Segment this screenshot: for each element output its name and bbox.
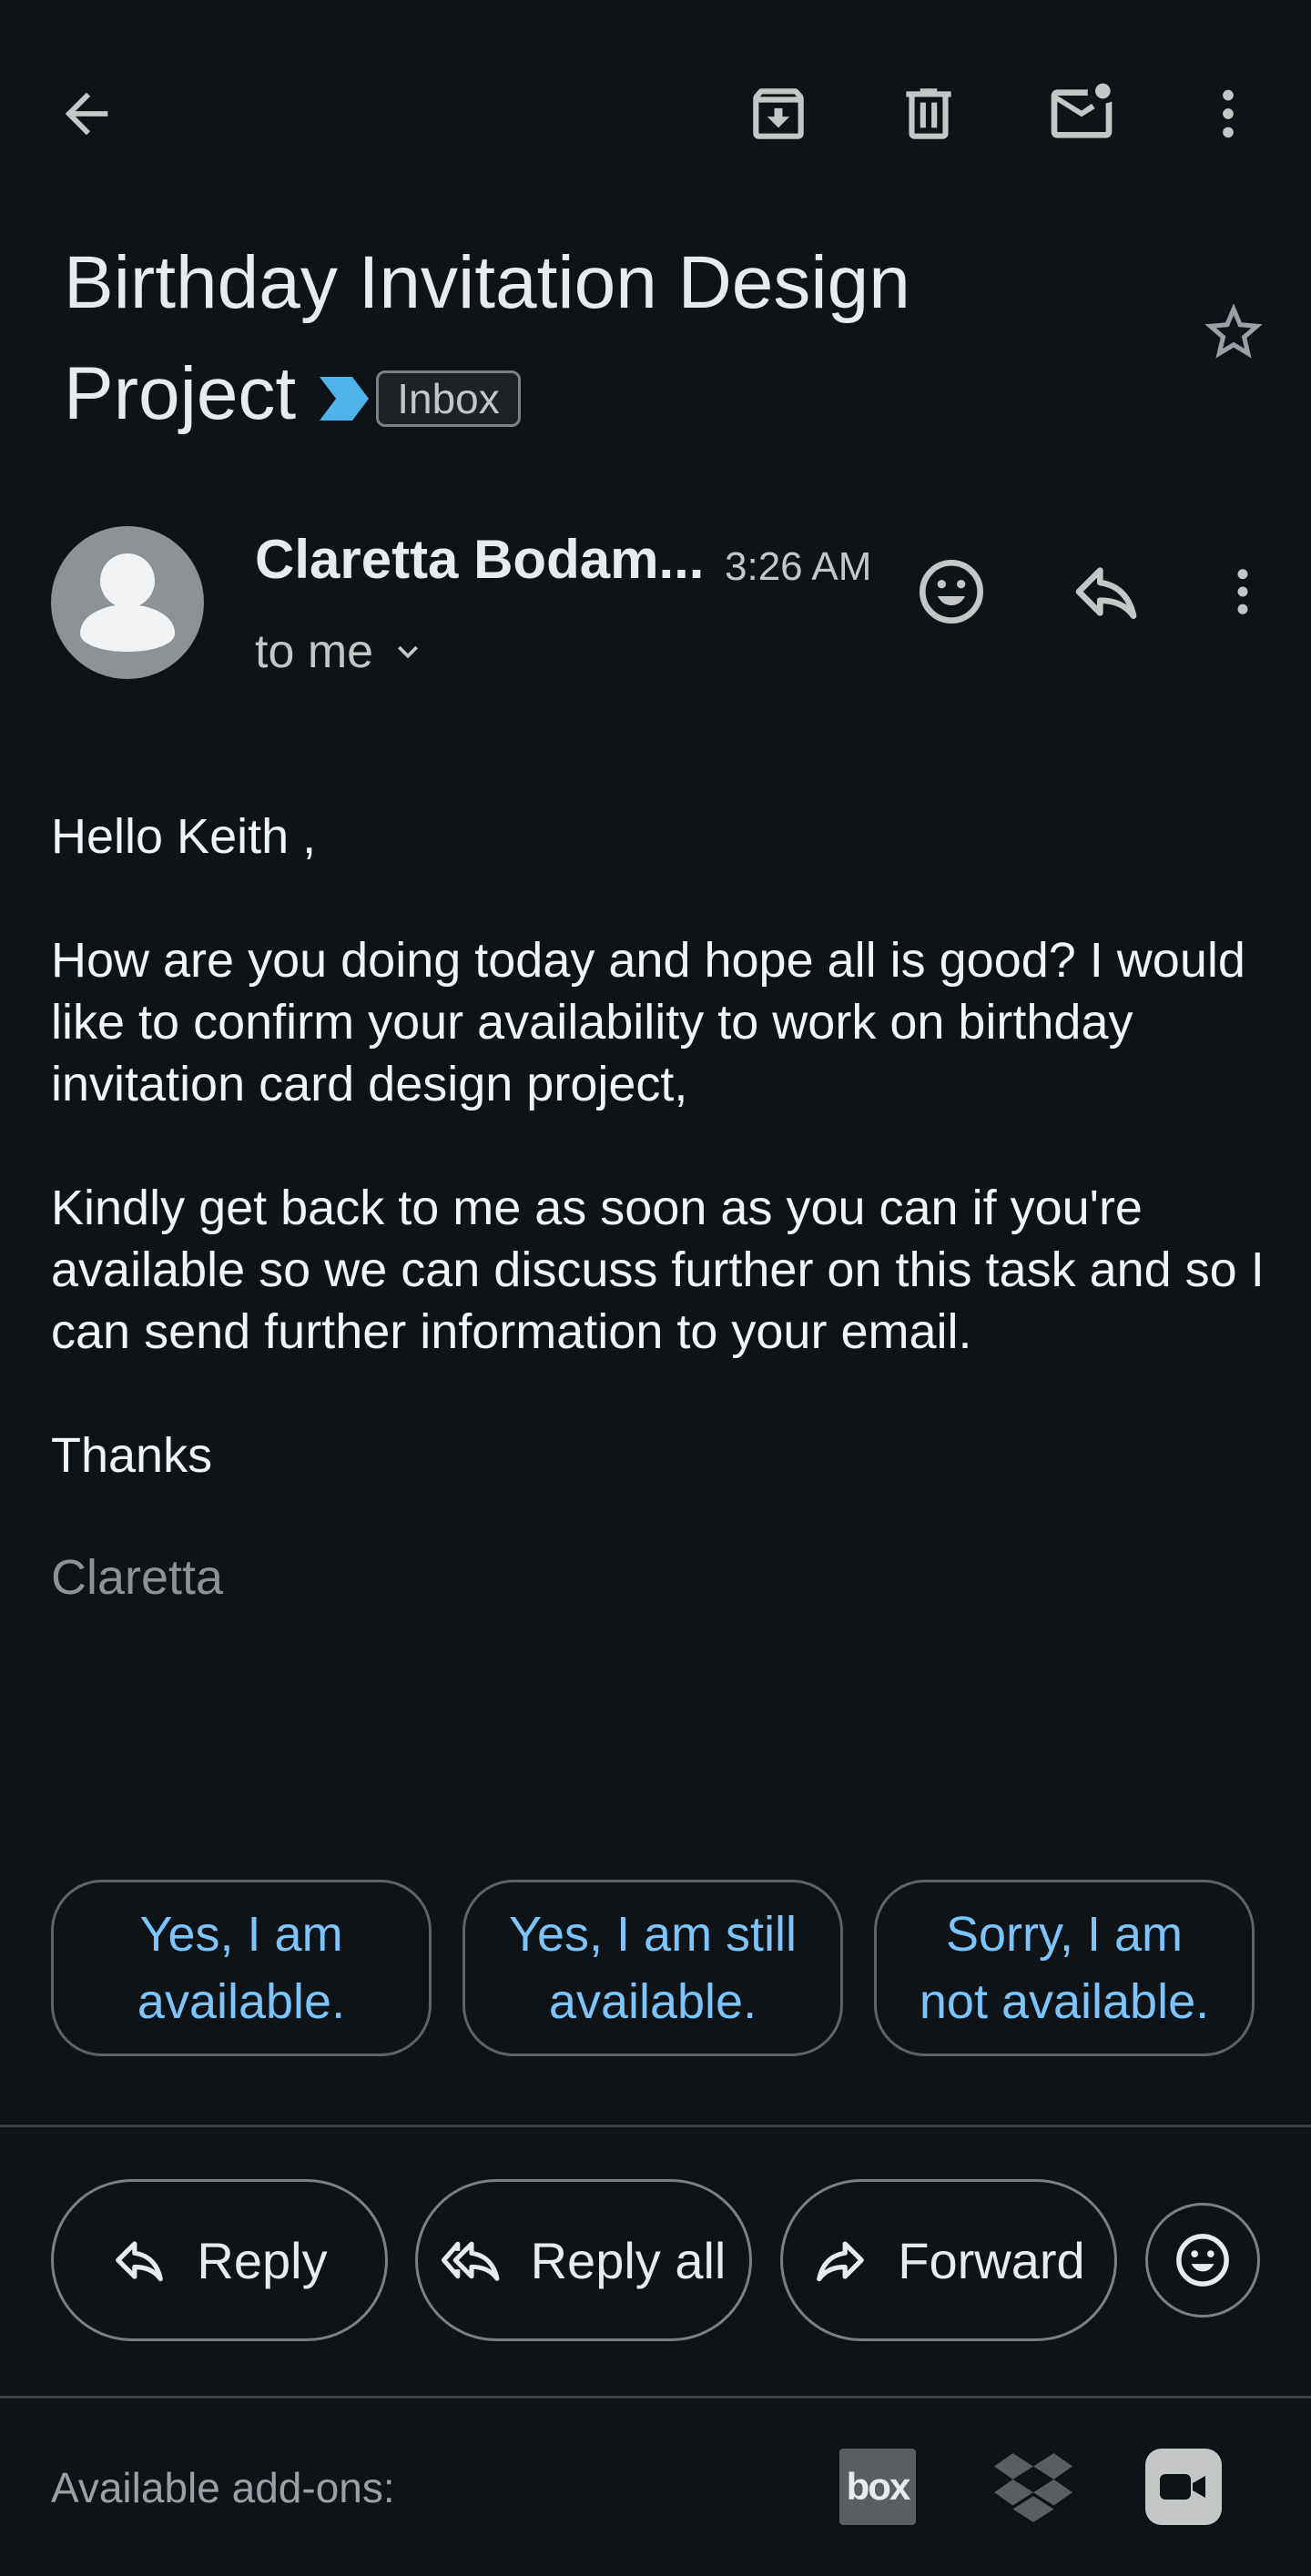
star-button[interactable]	[1184, 282, 1284, 382]
signature: Claretta	[51, 1550, 224, 1605]
reply-icon	[116, 2241, 164, 2282]
smart-reply-line: available.	[548, 1974, 757, 2029]
reply-icon	[1075, 567, 1137, 619]
more-options-button[interactable]	[1178, 64, 1278, 164]
addons-label: Available add-ons:	[51, 2464, 395, 2511]
reply-all-label: Reply all	[530, 2231, 727, 2289]
reply-label: Reply	[197, 2231, 328, 2289]
person-icon	[80, 553, 175, 652]
smart-reply-line: available.	[137, 1974, 346, 2029]
message-time: 3:26 AM	[725, 544, 872, 589]
smart-reply-button[interactable]: Yes, I am available.	[51, 1880, 432, 2056]
more-vert-icon	[1237, 569, 1248, 614]
archive-button[interactable]	[728, 64, 828, 164]
recipient-text: to me	[255, 625, 374, 678]
smart-reply-line: Yes, I am still	[508, 1907, 798, 1962]
reply-button-header[interactable]	[1056, 542, 1156, 642]
smart-reply-line: not available.	[919, 1974, 1210, 2029]
greeting: Hello Keith ,	[51, 809, 317, 864]
emoji-reaction-button[interactable]	[1145, 2203, 1260, 2317]
box-icon[interactable]: box	[839, 2449, 916, 2525]
smart-reply-line: Yes, I am	[139, 1907, 343, 1962]
recipient-details-toggle[interactable]: to me	[255, 624, 428, 679]
important-marker-icon[interactable]	[316, 375, 371, 422]
star-outline-icon	[1204, 303, 1263, 359]
mail-unread-icon	[1051, 83, 1113, 138]
email-body: Hello Keith , How are you doing today an…	[51, 806, 1271, 1548]
reply-all-button[interactable]: Reply all	[415, 2179, 752, 2341]
more-vert-icon	[1223, 89, 1234, 138]
reply-button[interactable]: Reply	[51, 2179, 388, 2341]
mark-unread-button[interactable]	[1032, 64, 1132, 164]
sender-avatar[interactable]	[51, 526, 204, 679]
smiley-icon	[920, 560, 983, 624]
smart-reply-button[interactable]: Yes, I am still available.	[462, 1880, 843, 2056]
smart-reply-line: Sorry, I am	[945, 1907, 1184, 1962]
divider	[0, 2396, 1311, 2399]
forward-icon	[817, 2241, 865, 2282]
reply-all-icon	[441, 2241, 500, 2281]
inbox-label-chip[interactable]: Inbox	[376, 370, 521, 428]
archive-icon	[753, 88, 804, 139]
forward-button[interactable]: Forward	[780, 2179, 1117, 2341]
meet-video-icon[interactable]	[1145, 2449, 1222, 2525]
message-more-button[interactable]	[1193, 542, 1293, 642]
forward-label: Forward	[898, 2231, 1085, 2289]
smiley-icon	[1176, 2234, 1229, 2287]
closing: Thanks	[51, 1428, 213, 1483]
body-paragraph: How are you doing today and hope all is …	[51, 933, 1245, 1111]
sender-name[interactable]: Claretta Bodam...	[255, 528, 704, 591]
dropbox-icon[interactable]	[992, 2449, 1074, 2525]
divider	[0, 2125, 1311, 2127]
chevron-down-icon	[398, 645, 419, 659]
body-paragraph: Kindly get back to me as soon as you can…	[51, 1181, 1265, 1359]
add-reaction-button[interactable]	[901, 542, 1001, 642]
email-subject: Birthday Invitation Design Project Inbox	[64, 228, 1138, 450]
arrow-left-icon	[65, 92, 108, 136]
delete-button[interactable]	[879, 64, 979, 164]
back-button[interactable]	[36, 64, 137, 164]
smart-reply-button[interactable]: Sorry, I am not available.	[874, 1880, 1255, 2056]
trash-icon	[906, 88, 951, 139]
